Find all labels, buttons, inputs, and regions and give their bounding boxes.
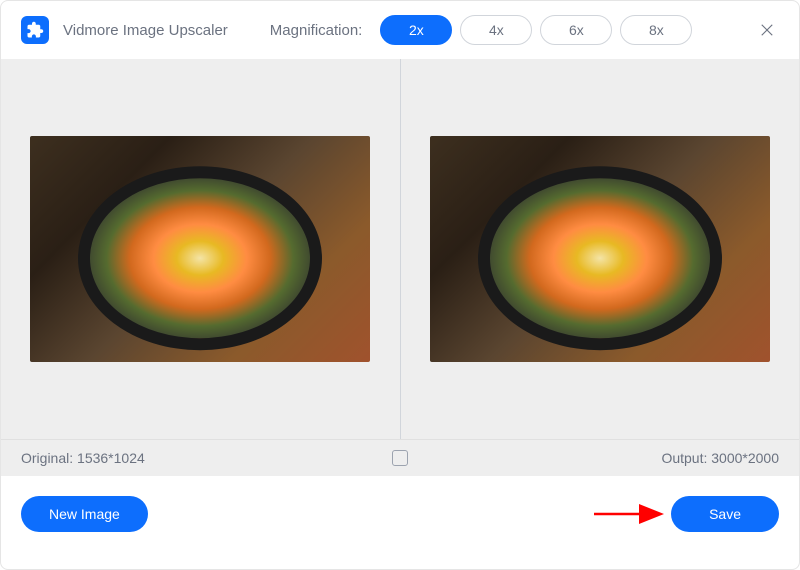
app-logo — [21, 16, 49, 44]
magnification-8x-button[interactable]: 8x — [620, 15, 692, 45]
app-title: Vidmore Image Upscaler — [63, 22, 228, 39]
magnification-2x-button[interactable]: 2x — [380, 15, 452, 45]
output-dimensions-label: Output: 3000*2000 — [408, 450, 779, 466]
output-preview-pane — [401, 59, 800, 439]
footer-bar: New Image Save — [1, 476, 799, 552]
info-bar: Original: 1536*1024 Output: 3000*2000 — [1, 439, 799, 476]
magnification-group: 2x 4x 6x 8x — [380, 15, 692, 45]
close-icon — [758, 21, 776, 39]
annotation-arrow — [594, 504, 674, 524]
output-image — [430, 136, 770, 362]
compare-toggle-button[interactable] — [392, 450, 408, 466]
magnification-4x-button[interactable]: 4x — [460, 15, 532, 45]
preview-area — [1, 59, 799, 439]
close-button[interactable] — [755, 18, 779, 42]
new-image-button[interactable]: New Image — [21, 496, 148, 532]
original-preview-pane — [1, 59, 400, 439]
original-image — [30, 136, 370, 362]
magnification-6x-button[interactable]: 6x — [540, 15, 612, 45]
save-button[interactable]: Save — [671, 496, 779, 532]
magnification-label: Magnification: — [270, 22, 363, 39]
original-dimensions-label: Original: 1536*1024 — [21, 450, 392, 466]
puzzle-icon — [26, 21, 44, 39]
header-bar: Vidmore Image Upscaler Magnification: 2x… — [1, 1, 799, 59]
